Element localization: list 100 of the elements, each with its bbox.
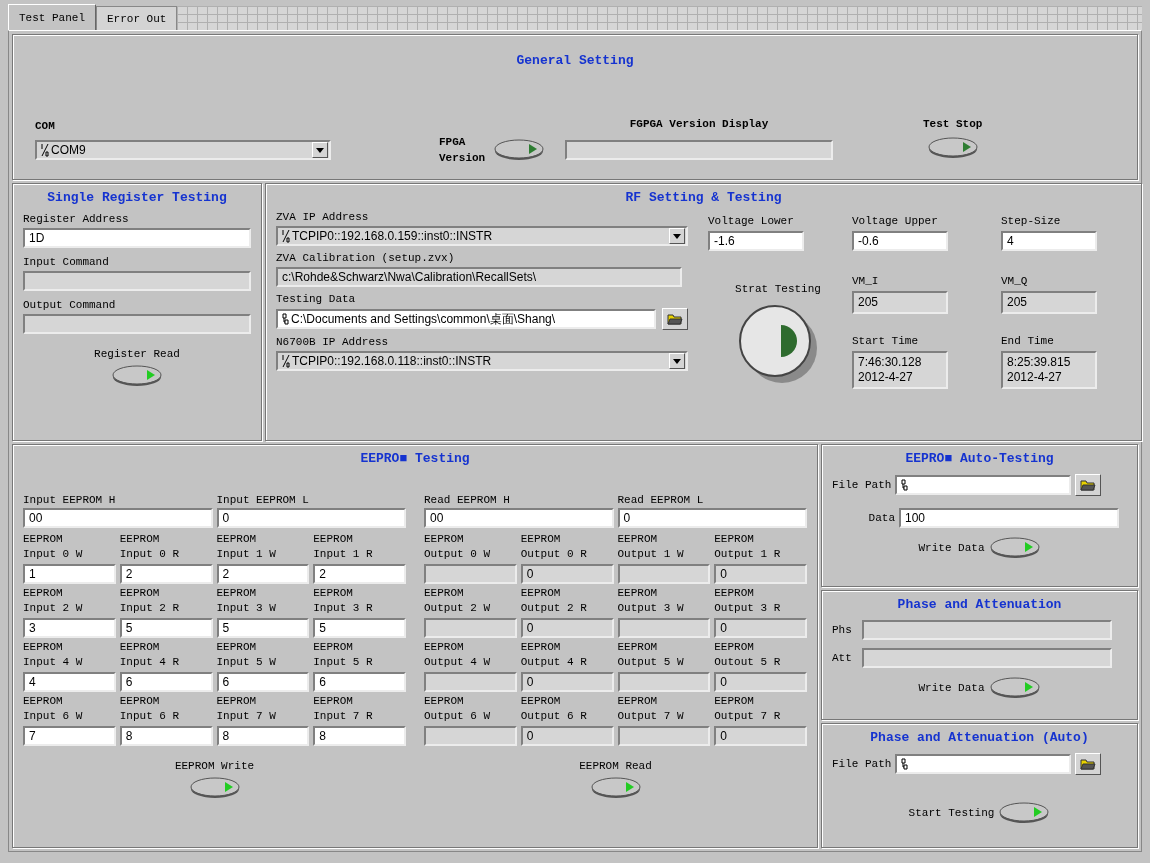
field-label: EEPROM Input 7 W (216, 694, 277, 724)
display-field: 205 (852, 291, 948, 314)
field-label: ZVA Calibration (setup.zvx) (276, 252, 456, 264)
folder-icon (1080, 758, 1097, 770)
field-label: EEPROM Input 3 W (216, 586, 277, 616)
field-label: EEPROM Input 1 W (216, 532, 277, 562)
input-field[interactable]: 00 (23, 508, 213, 528)
input-field[interactable]: 8 (216, 726, 310, 746)
field-label: EEPROM Outout 5 R (714, 640, 782, 670)
input-field[interactable]: 5 (216, 618, 310, 638)
input-field[interactable]: 100 (899, 508, 1119, 528)
field-label: VM_I (852, 275, 880, 287)
field-label: Testing Data (276, 293, 357, 305)
input-field[interactable]: 2 (119, 564, 213, 584)
input-field[interactable]: -1.6 (708, 231, 804, 251)
arrow-button[interactable] (188, 776, 241, 800)
input-field[interactable]: 6 (313, 672, 406, 692)
field-label: End Time (1001, 335, 1055, 347)
dropdown-field[interactable]: TCPIP0::192.168.0.118::inst0::INSTR (276, 351, 688, 371)
input-field[interactable]: 1 (23, 564, 116, 584)
input-field[interactable]: 2 (216, 564, 310, 584)
display-field: 0 (714, 564, 807, 584)
input-field[interactable]: 1D (23, 228, 251, 248)
input-field[interactable]: 2 (313, 564, 406, 584)
caret-icon (673, 358, 681, 364)
tab[interactable]: Test Panel (8, 4, 96, 30)
arrow-button[interactable] (589, 776, 642, 800)
input-field[interactable]: 0 (617, 508, 807, 528)
browse-button[interactable] (1075, 753, 1102, 775)
input-field[interactable]: 8 (119, 726, 213, 746)
input-field[interactable]: 3 (23, 618, 116, 638)
panel-title: RF Setting & Testing (624, 190, 783, 205)
display-field: 0 (520, 618, 614, 638)
field-label: EEPROM Output 3 R (714, 586, 782, 616)
arrow-button[interactable] (926, 136, 979, 160)
display-field: 0 (714, 672, 807, 692)
field-label: EEPROM Input 4 W (23, 640, 84, 670)
field-label: Read EEPROM H (424, 494, 511, 506)
display-field: 7:46:30.128 2012-4-27 (852, 351, 948, 389)
field-label: EEPROM Output 2 R (520, 586, 588, 616)
panel-title: EEPRO■ Auto-Testing (904, 451, 1055, 466)
panel-title: Single Register Testing (46, 190, 228, 205)
field-label: Input EEPROM H (23, 494, 117, 506)
arrow-button[interactable] (493, 138, 545, 162)
field-label: EEPROM Input 0 W (23, 532, 84, 562)
field-label: N6700B IP Address (276, 336, 390, 348)
dropdown-field[interactable]: TCPIP0::192.168.0.159::inst0::INSTR (276, 226, 688, 246)
browse-button[interactable] (1075, 474, 1102, 496)
button-label: Test Stop (923, 118, 983, 130)
tab[interactable]: Error Out (96, 6, 178, 30)
button-label: Write Data (918, 542, 985, 554)
display-field: 0 (520, 564, 614, 584)
field-label: File Path (832, 479, 892, 491)
input-field[interactable]: -0.6 (852, 231, 948, 251)
field-label: EEPROM Output 1 R (714, 532, 782, 562)
path-icon (901, 758, 909, 770)
display-field: 0 (520, 726, 614, 746)
io-icon (282, 229, 290, 243)
field-label: FGPGA Version Display (628, 118, 770, 130)
field-label: Voltage Lower (708, 215, 795, 227)
input-field[interactable]: 7 (23, 726, 116, 746)
input-field[interactable]: 4 (23, 672, 116, 692)
browse-button[interactable] (662, 308, 688, 330)
input-field[interactable]: 8 (313, 726, 406, 746)
button-label: Start Testing (908, 807, 995, 819)
field-label: Read EEPROM L (617, 494, 705, 506)
input-field[interactable]: 00 (424, 508, 614, 528)
input-field[interactable]: 5 (313, 618, 406, 638)
field-label: EEPROM Input 5 R (313, 640, 374, 670)
arrow-button[interactable] (998, 801, 1051, 825)
display-field: 0 (520, 672, 614, 692)
path-field[interactable] (895, 754, 1072, 774)
input-field[interactable]: 5 (119, 618, 213, 638)
path-field[interactable]: C:\Documents and Settings\common\桌面\Shang\ (276, 309, 656, 329)
button-label: FPGA Version (439, 135, 487, 166)
field-label: EEPROM Input 2 R (119, 586, 181, 616)
dropdown-field[interactable]: COM9 (35, 140, 331, 160)
input-field[interactable]: 0 (216, 508, 406, 528)
display-field: 0 (714, 726, 807, 746)
field-label: EEPROM Output 6 W (424, 694, 491, 724)
input-field[interactable]: 6 (119, 672, 213, 692)
field-label: Data (868, 512, 895, 524)
field-label: Start Time (852, 335, 919, 347)
field-label: EEPROM Output 3 W (617, 586, 685, 616)
field-label: Output Command (23, 299, 117, 311)
arrow-button[interactable] (988, 536, 1041, 560)
arrow-button[interactable] (988, 676, 1041, 700)
input-field[interactable]: 6 (216, 672, 310, 692)
path-icon (282, 313, 289, 325)
round-button[interactable] (737, 303, 819, 385)
field-label: Register Address (23, 213, 130, 225)
path-field[interactable] (895, 475, 1072, 495)
input-field[interactable]: 4 (1001, 231, 1097, 251)
button-label: EEPROM Write (174, 760, 255, 772)
field-label: EEPROM Output 0 R (520, 532, 588, 562)
panel-title: EEPRO■ Testing (359, 451, 471, 466)
field-label: VM_Q (1001, 275, 1029, 287)
arrow-button[interactable] (111, 364, 163, 388)
field-label: EEPROM Output 4 R (520, 640, 588, 670)
field-label: EEPROM Output 4 W (424, 640, 491, 670)
